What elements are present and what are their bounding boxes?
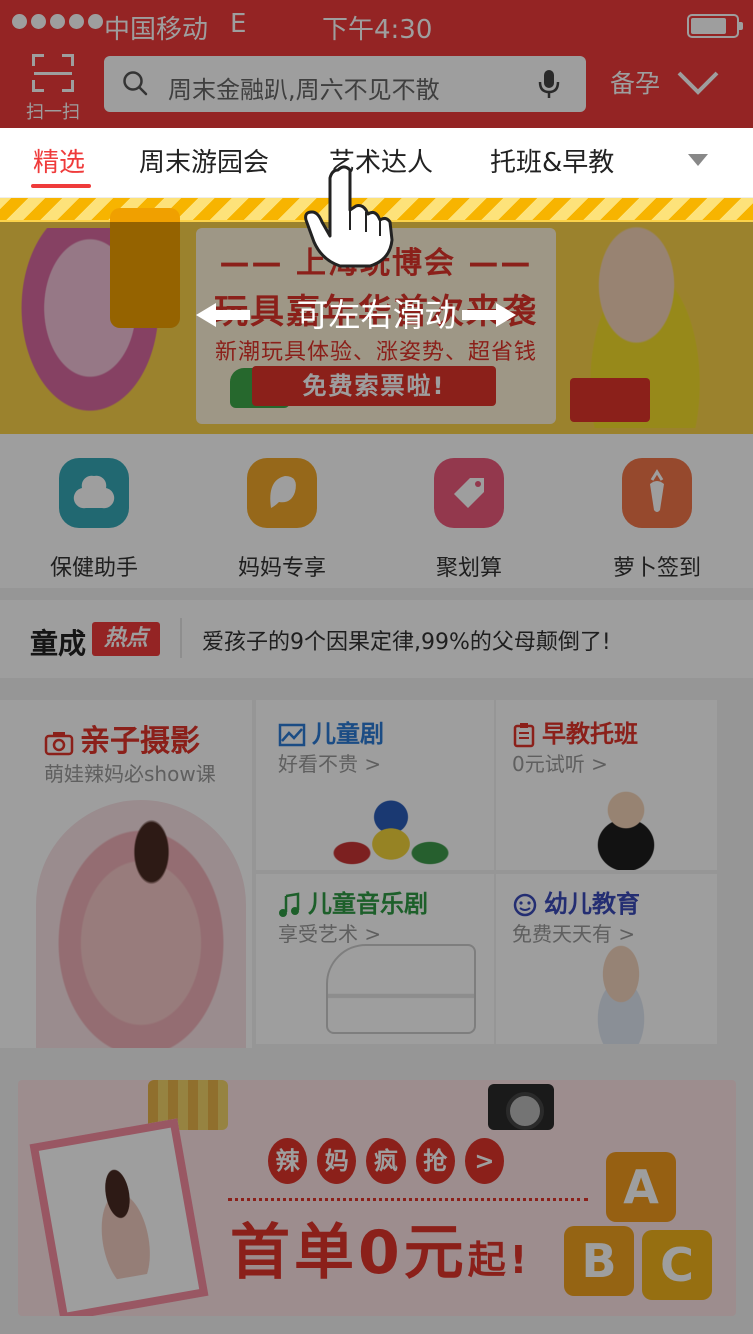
pointing-hand-icon — [304, 165, 394, 268]
tutorial-overlay-top — [0, 0, 753, 128]
arrow-right-icon — [462, 303, 516, 327]
swipe-hint-text: 可左右滑动 — [296, 296, 457, 334]
tab-nursery-early-edu[interactable]: 托班&早教 — [490, 142, 614, 179]
tab-more-icon[interactable] — [688, 154, 708, 166]
tutorial-overlay-bottom[interactable] — [0, 222, 753, 1334]
tab-featured[interactable]: 精选 — [33, 142, 85, 179]
tab-weekend-fair[interactable]: 周末游园会 — [139, 142, 269, 179]
tab-active-indicator — [31, 184, 91, 188]
